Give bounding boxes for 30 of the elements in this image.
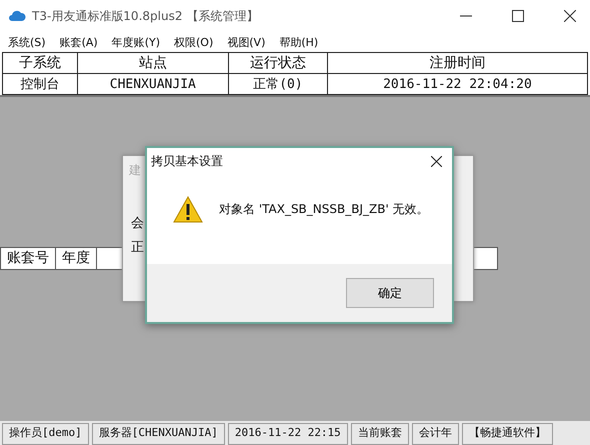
dialog-title: 拷贝基本设置 (151, 152, 223, 170)
error-message: 对象名 'TAX_SB_NSSB_BJ_ZB' 无效。 (219, 200, 429, 218)
status-field: 【畅捷通软件】 (462, 423, 553, 445)
status-field: 2016-11-22 22:15 (228, 423, 348, 445)
menu-item[interactable]: 权限(O) (174, 34, 214, 50)
status-field: 会计年 (412, 423, 459, 445)
close-icon[interactable] (564, 10, 576, 22)
close-icon[interactable] (431, 156, 442, 166)
dialog-label: 会 (131, 215, 144, 232)
ok-button[interactable]: 确定 (346, 278, 434, 308)
column-header: 运行状态 (228, 52, 328, 74)
warning-icon (173, 196, 203, 222)
menu-item[interactable]: 帮助(H) (279, 34, 318, 50)
dialog-label: 正 (131, 239, 144, 256)
menu-item[interactable]: 账套(A) (60, 34, 98, 50)
status-field: 当前账套 (350, 423, 409, 445)
column-header: 注册时间 (327, 52, 588, 74)
menu-item[interactable]: 视图(V) (227, 34, 266, 50)
status-field: 操作员[demo] (2, 423, 89, 445)
column-header: 年度 (56, 248, 97, 269)
menu-item[interactable]: 年度账(Y) (112, 34, 160, 50)
dialog-title: 建 (129, 162, 141, 179)
window-title: T3-用友通标准版10.8plus2 【系统管理】 (32, 8, 258, 24)
status-field: 服务器[CHENXUANJIA] (92, 423, 225, 445)
column-header: 子系统 (2, 52, 78, 74)
column-header: 账套号 (1, 248, 56, 269)
column-header: 站点 (77, 52, 228, 74)
maximize-icon[interactable] (512, 10, 524, 22)
cloud-icon (8, 8, 26, 24)
menu-item[interactable]: 系统(S) (8, 34, 46, 50)
